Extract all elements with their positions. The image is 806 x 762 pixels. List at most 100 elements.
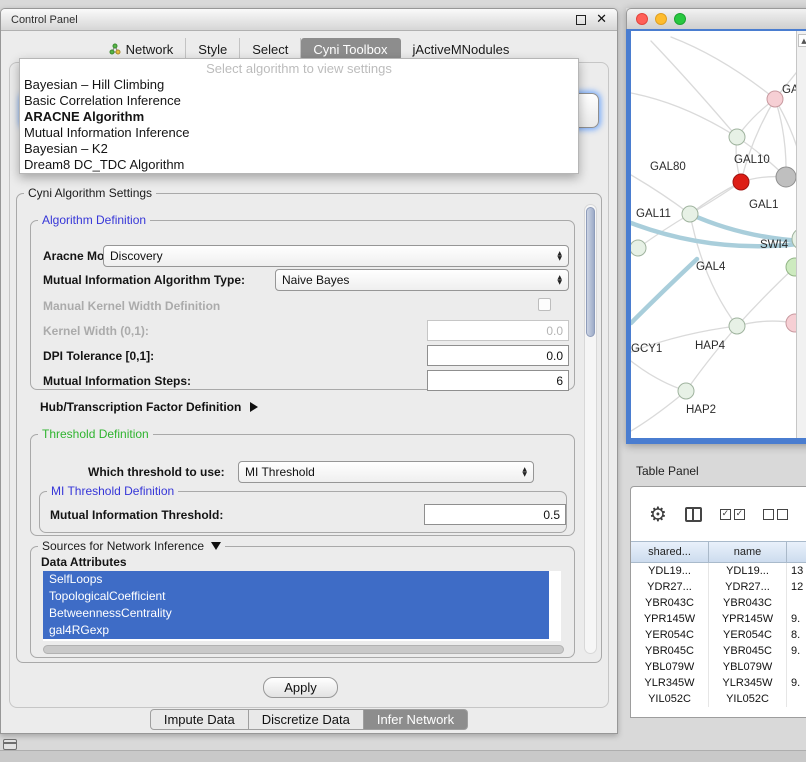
network-node[interactable] [729, 318, 745, 334]
tab-jactivemnodules[interactable]: jActiveMNodules [401, 38, 522, 60]
mi-threshold-group-title: MI Threshold Definition [47, 484, 178, 498]
tab-cyni-toolbox[interactable]: Cyni Toolbox [301, 38, 400, 60]
attribute-item[interactable]: gal4RGexp [43, 622, 549, 639]
column-header[interactable] [787, 542, 806, 562]
minimized-panel-icon[interactable] [3, 739, 17, 750]
tab-label: Network [126, 42, 174, 57]
table-panel-title: Table Panel [636, 464, 699, 478]
table-row[interactable]: YIL052CYIL052C [631, 691, 806, 707]
float-window-button[interactable] [576, 15, 586, 25]
attribute-list[interactable]: SelfLoopsTopologicalCoefficientBetweenne… [43, 571, 561, 641]
table-row[interactable]: YBR045CYBR045C9. [631, 643, 806, 659]
table-cell: YBR045C [631, 643, 709, 659]
table-body: YDL19...YDL19...13YDR27...YDR27...12YBR0… [631, 563, 806, 717]
hub-section[interactable]: Hub/Transcription Factor Definition [40, 400, 258, 414]
table-cell: YBR043C [709, 595, 787, 611]
table-cell: 9. [787, 675, 806, 691]
table-cell: YDL19... [709, 563, 787, 579]
table-cell: YER054C [631, 627, 709, 643]
aracne-mode-combo[interactable]: Discovery [103, 245, 569, 267]
algorithm-option[interactable]: ARACNE Algorithm [20, 109, 578, 125]
sources-hscrollbar[interactable] [43, 645, 564, 654]
which-threshold-combo[interactable]: MI Threshold [238, 461, 534, 483]
network-node[interactable] [678, 383, 694, 399]
mi-steps-field[interactable] [427, 370, 569, 391]
table-row[interactable]: YBR043CYBR043C [631, 595, 806, 611]
close-window-button[interactable] [596, 15, 607, 25]
network-edge [775, 99, 786, 177]
table-cell: YIL052C [631, 691, 709, 707]
network-canvas-container[interactable]: GAL8GAL80GAL10GAL11GAL1SWI4GAL4GCY1HAP4Y… [631, 31, 806, 438]
algorithm-option[interactable]: Basic Correlation Inference [20, 93, 578, 109]
minimize-traffic-light[interactable] [655, 13, 667, 25]
dpi-tolerance-field[interactable] [427, 345, 569, 366]
apply-button[interactable]: Apply [263, 677, 338, 698]
network-node[interactable] [631, 240, 646, 256]
table-row[interactable]: YDL19...YDL19...13 [631, 563, 806, 579]
algorithm-option[interactable]: Bayesian – Hill Climbing [20, 77, 578, 93]
settings-vscrollbar[interactable] [584, 204, 597, 654]
table-cell: YIL052C [709, 691, 787, 707]
table-row[interactable]: YER054CYER054C8. [631, 627, 806, 643]
table-cell: YBR045C [709, 643, 787, 659]
network-window-titlebar[interactable] [626, 8, 806, 29]
column-header[interactable]: shared... [631, 542, 709, 562]
node-label: GAL10 [734, 154, 770, 166]
combo-updown-icon [557, 251, 562, 261]
table-row[interactable]: YLR345WYLR345W9. [631, 675, 806, 691]
algorithm-definition-group: Algorithm Definition Aracne Mode: Discov… [30, 220, 575, 390]
table-row[interactable]: YBL079WYBL079W [631, 659, 806, 675]
algorithm-option[interactable]: Mutual Information Inference [20, 125, 578, 141]
attribute-item[interactable]: SelfLoops [43, 571, 549, 588]
table-cell: 9. [787, 643, 806, 659]
kernel-width-field [427, 320, 569, 341]
columns-icon[interactable] [685, 507, 702, 522]
column-header[interactable]: name [709, 542, 787, 562]
network-node[interactable] [733, 174, 749, 190]
network-canvas[interactable]: GAL8GAL80GAL10GAL11GAL1SWI4GAL4GCY1HAP4Y… [631, 31, 806, 438]
algorithm-option[interactable]: Bayesian – K2 [20, 141, 578, 157]
mi-type-combo[interactable]: Naive Bayes [275, 269, 569, 291]
table-toolbar [631, 487, 806, 541]
network-node[interactable] [682, 206, 698, 222]
threshold-title: Threshold Definition [38, 427, 153, 441]
settings-group-title: Cyni Algorithm Settings [24, 186, 156, 200]
network-node[interactable] [767, 91, 783, 107]
node-label: GCY1 [631, 343, 662, 355]
network-vscrollbar[interactable] [796, 31, 806, 438]
bottom-tab-impute-data[interactable]: Impute Data [150, 709, 249, 730]
node-label: SWI4 [760, 239, 789, 251]
attribute-item[interactable]: BetweennessCentrality [43, 605, 549, 622]
network-node[interactable] [729, 129, 745, 145]
node-label: GAL4 [696, 261, 726, 273]
control-panel-titlebar[interactable]: Control Panel [1, 9, 617, 31]
zoom-traffic-light[interactable] [674, 13, 686, 25]
vscrollbar-thumb[interactable] [586, 207, 595, 337]
algorithm-popup: Select algorithm to view settings Bayesi… [19, 58, 579, 174]
check-pair-icon[interactable] [720, 509, 745, 520]
box-pair-icon[interactable] [763, 509, 788, 520]
kernel-width-label: Kernel Width (0,1): [43, 324, 149, 338]
attribute-item[interactable]: TopologicalCoefficient [43, 588, 549, 605]
manual-kernel-label: Manual Kernel Width Definition [43, 299, 220, 313]
network-node[interactable] [776, 167, 796, 187]
table-row[interactable]: YPR145WYPR145W9. [631, 611, 806, 627]
bottom-tab-infer-network[interactable]: Infer Network [364, 709, 468, 730]
network-edge [631, 93, 737, 137]
table-row[interactable]: YDR27...YDR27...12 [631, 579, 806, 595]
gear-icon[interactable] [649, 504, 667, 524]
sources-title[interactable]: Sources for Network Inference [38, 539, 225, 553]
scroll-up-icon[interactable] [798, 34, 806, 47]
manual-kernel-checkbox[interactable] [538, 298, 551, 311]
which-threshold-label: Which threshold to use: [88, 465, 225, 479]
tab-style[interactable]: Style [186, 38, 240, 60]
mi-threshold-field[interactable] [424, 504, 566, 525]
table-cell: YLR345W [631, 675, 709, 691]
bottom-tab-discretize-data[interactable]: Discretize Data [249, 709, 364, 730]
tab-network[interactable]: Network [97, 38, 187, 60]
close-traffic-light[interactable] [636, 13, 648, 25]
tab-select[interactable]: Select [240, 38, 301, 60]
network-edge [631, 259, 697, 323]
algorithm-option[interactable]: Dream8 DC_TDC Algorithm [20, 157, 578, 173]
network-edge [671, 37, 775, 99]
